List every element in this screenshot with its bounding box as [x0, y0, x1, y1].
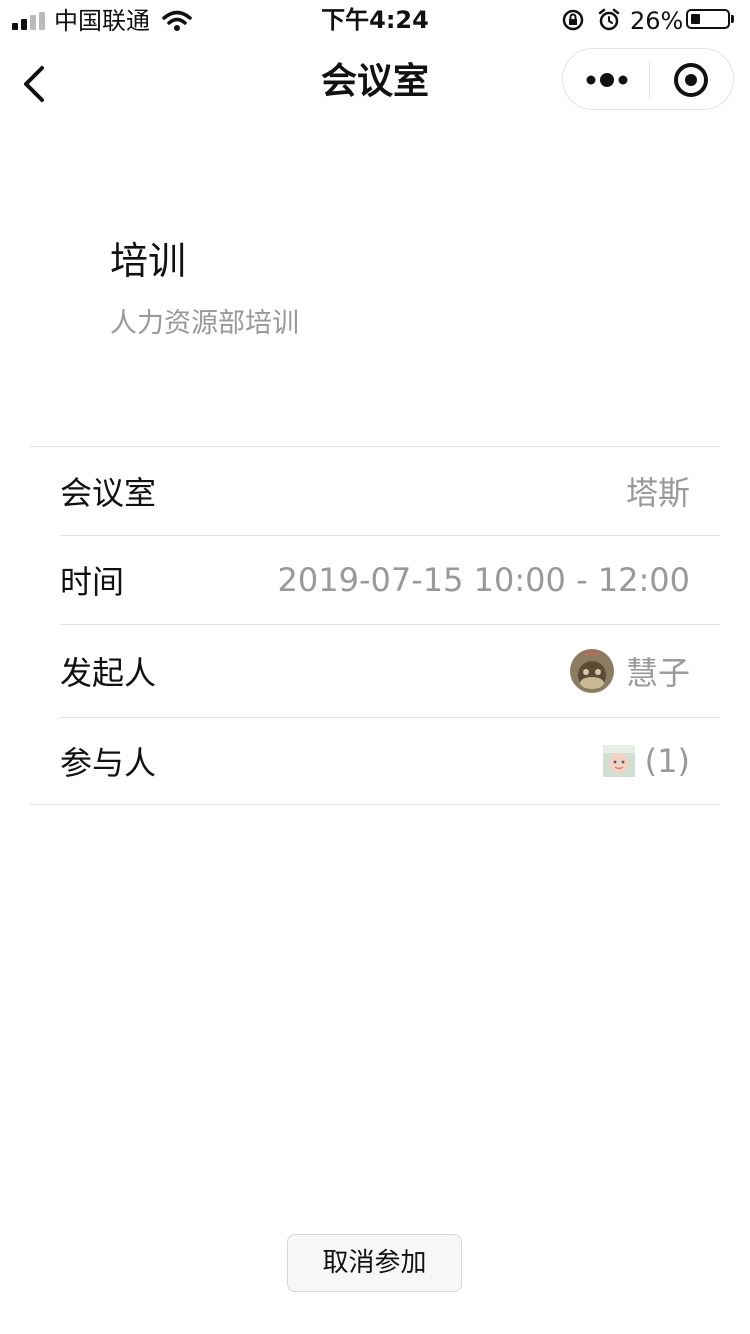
room-name: 塔斯	[625, 474, 690, 512]
meeting-title: 培训	[110, 239, 187, 283]
participant-avatar	[602, 745, 635, 777]
capsule-divider	[649, 62, 650, 98]
mini-program-capsule	[562, 48, 734, 110]
room-label: 会议室	[60, 474, 157, 512]
detail-row-room: 会议室 塔斯	[60, 447, 720, 536]
detail-row-time: 时间 2019-07-15 10:00 - 12:00	[60, 536, 720, 625]
navigation-bar: 会议室	[0, 40, 750, 128]
participants-count: (1)	[644, 742, 690, 780]
meeting-details: 会议室 塔斯 时间 2019-07-15 10:00 - 12:00 发起人 慧…	[30, 446, 720, 805]
time-range: 2019-07-15 10:00 - 12:00	[277, 561, 690, 599]
meeting-description: 人力资源部培训	[110, 308, 299, 339]
battery-level-fill	[691, 14, 700, 24]
more-icon[interactable]	[585, 65, 629, 95]
divider	[30, 804, 720, 805]
detail-row-participants[interactable]: 参与人 (1)	[60, 718, 720, 804]
detail-row-organizer[interactable]: 发起人 慧子	[60, 625, 720, 718]
close-mini-program-icon[interactable]	[673, 62, 709, 98]
battery-icon	[686, 9, 730, 29]
organizer-label: 发起人	[60, 654, 157, 692]
organizer-value: 慧子	[569, 648, 690, 694]
room-value: 塔斯	[626, 468, 690, 514]
time-label: 时间	[60, 563, 125, 601]
alarm-icon	[598, 8, 620, 31]
status-bar: 中国联通 下午4:24 26%	[0, 0, 750, 40]
time-value: 2019-07-15 10:00 - 12:00	[278, 561, 690, 599]
cancel-attendance-button[interactable]: 取消参加	[287, 1234, 462, 1292]
participants-value: (1)	[602, 742, 690, 780]
participants-label: 参与人	[60, 744, 157, 782]
organizer-avatar	[569, 649, 614, 693]
organizer-name: 慧子	[625, 654, 690, 692]
battery-tip	[731, 15, 734, 23]
battery-percent: 26%	[630, 7, 684, 35]
orientation-lock-icon	[562, 9, 584, 31]
